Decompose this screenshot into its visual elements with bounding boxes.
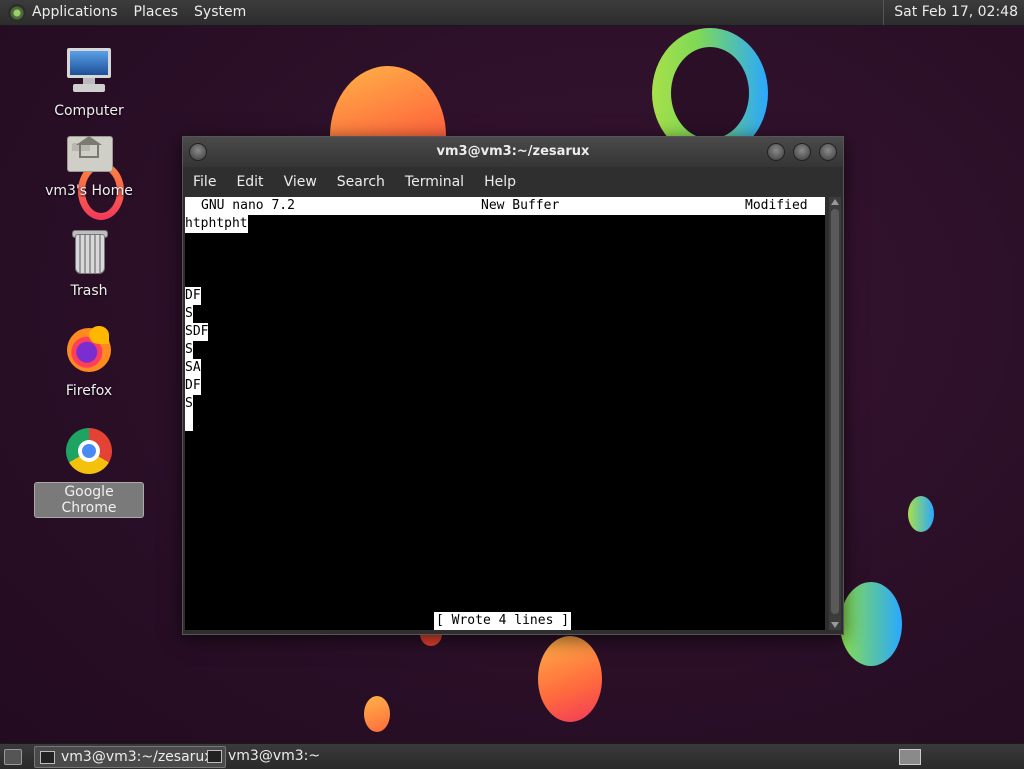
nano-modified-state: Modified — [745, 198, 808, 213]
nano-buffer-line: SA — [185, 359, 201, 377]
top-panel: Applications Places System Sat Feb 17, 0… — [0, 0, 1024, 26]
applications-menu[interactable]: Applications — [32, 0, 118, 25]
desktop-icon-label: Google Chrome — [34, 482, 144, 518]
scrollbar-thumb[interactable] — [831, 209, 839, 614]
desktop-icon-label: Trash — [70, 283, 108, 299]
chrome-icon — [63, 426, 115, 478]
menu-file[interactable]: File — [193, 174, 216, 190]
menu-edit[interactable]: Edit — [236, 174, 263, 190]
terminal-icon — [207, 750, 222, 763]
close-button[interactable] — [819, 143, 837, 161]
scroll-down-arrow-icon[interactable] — [831, 622, 839, 628]
workspace-switcher[interactable] — [899, 749, 921, 765]
minimize-button[interactable] — [767, 143, 785, 161]
taskbar-item-label: vm3@vm3:~ — [228, 748, 321, 764]
nano-buffer-line: SDF — [185, 323, 209, 341]
menu-search[interactable]: Search — [337, 174, 385, 190]
terminal-window[interactable]: vm3@vm3:~/zesarux File Edit View Search … — [182, 136, 844, 635]
window-title: vm3@vm3:~/zesarux — [436, 144, 590, 159]
nano-buffer-line: S — [185, 395, 193, 413]
desktop-icon-label: Computer — [54, 103, 124, 119]
desktop-icon-trash[interactable]: Trash — [34, 226, 144, 300]
taskbar-item-terminal-zesarux[interactable]: vm3@vm3:~/zesarux — [34, 746, 226, 768]
nano-buffer-line: DF — [185, 377, 201, 395]
terminal-menubar: File Edit View Search Terminal Help — [183, 167, 843, 197]
desktop-icon-firefox[interactable]: Firefox — [34, 326, 144, 400]
firefox-icon — [63, 326, 115, 378]
terminal-scrollbar[interactable] — [829, 197, 841, 630]
terminal-icon — [40, 751, 55, 764]
wallpaper-shape — [840, 582, 902, 666]
clock[interactable]: Sat Feb 17, 02:48 — [883, 0, 1018, 25]
desktop-icon-chrome[interactable]: Google Chrome — [34, 426, 144, 518]
terminal-content[interactable]: GNU nano 7.2 New Buffer Modified htphtph… — [185, 197, 825, 630]
taskbar-item-label: vm3@vm3:~/zesarux — [61, 749, 213, 765]
computer-icon — [63, 46, 115, 98]
desktop-icon-computer[interactable]: Computer — [34, 46, 144, 120]
trash-icon — [63, 226, 115, 278]
taskbar-item-terminal-home[interactable]: vm3@vm3:~ — [202, 746, 392, 766]
nano-buffer-line: DF — [185, 287, 201, 305]
nano-version: GNU nano 7.2 — [201, 198, 295, 213]
menu-terminal[interactable]: Terminal — [405, 174, 464, 190]
wallpaper-shape — [364, 696, 390, 732]
scroll-up-arrow-icon[interactable] — [831, 199, 839, 205]
maximize-button[interactable] — [793, 143, 811, 161]
nano-buffer-line — [185, 413, 193, 431]
wallpaper-shape — [908, 496, 934, 532]
desktop-icon-label: Firefox — [65, 383, 113, 399]
nano-buffer-name: New Buffer — [481, 198, 560, 213]
bottom-panel: vm3@vm3:~/zesarux vm3@vm3:~ — [0, 743, 1024, 769]
places-menu[interactable]: Places — [134, 0, 179, 25]
system-menu[interactable]: System — [194, 0, 246, 25]
window-titlebar[interactable]: vm3@vm3:~/zesarux — [183, 137, 843, 167]
nano-buffer-line: S — [185, 341, 193, 359]
desktop-icon-label: vm3's Home — [45, 183, 133, 199]
show-desktop-icon[interactable] — [4, 749, 22, 765]
nano-buffer-line: htphtpht — [185, 215, 248, 233]
wallpaper-shape — [538, 636, 602, 722]
nano-header-bar: GNU nano 7.2 New Buffer Modified — [185, 197, 825, 215]
nano-buffer-line: S — [185, 305, 193, 323]
menu-view[interactable]: View — [284, 174, 317, 190]
home-folder-icon — [63, 126, 115, 178]
desktop-icon-home[interactable]: vm3's Home — [34, 126, 144, 200]
distro-logo-icon[interactable] — [8, 3, 26, 22]
nano-status-message: [ Wrote 4 lines ] — [434, 612, 572, 630]
menu-help[interactable]: Help — [484, 174, 516, 190]
